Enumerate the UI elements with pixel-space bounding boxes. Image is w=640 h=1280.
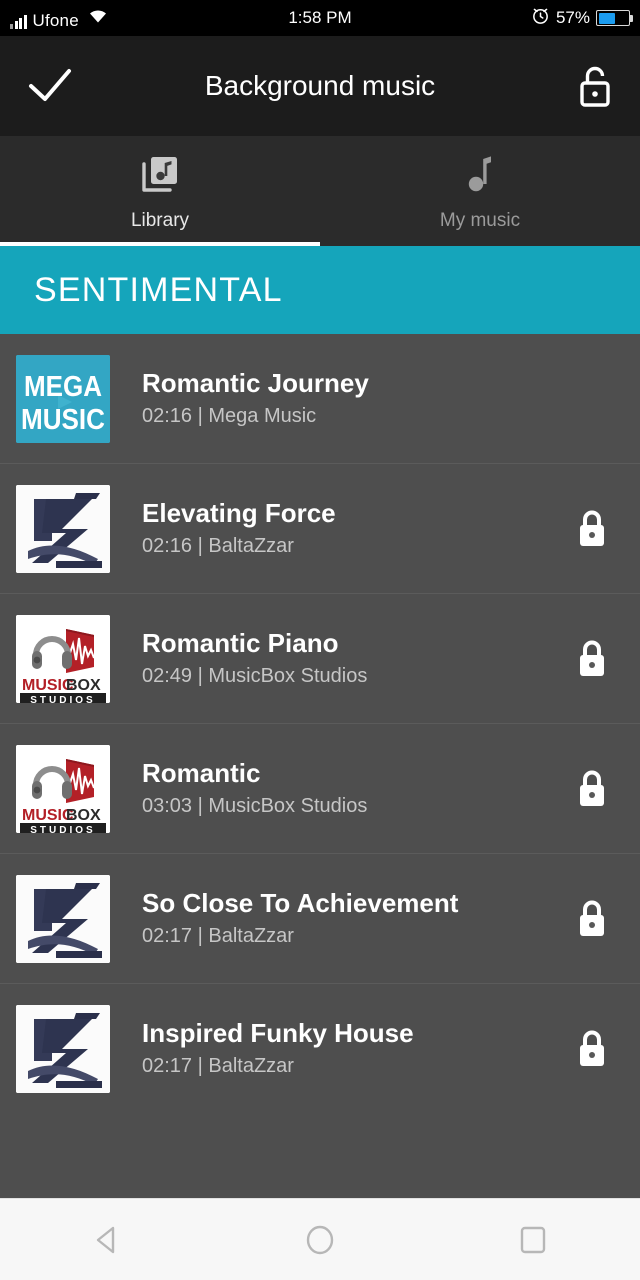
app-bar: Background music <box>0 36 640 136</box>
svg-text:BOX: BOX <box>66 677 101 694</box>
tab-my-music-label: My music <box>440 210 520 232</box>
track-meta: Elevating Force 02:16 | BaltaZzar <box>142 499 544 559</box>
track-lock-button[interactable] <box>544 637 640 681</box>
tab-library-label: Library <box>131 210 189 232</box>
track-thumbnail-baltazzar <box>16 875 110 963</box>
status-bar: Ufone 1:58 PM 57% <box>0 0 640 36</box>
track-title: Elevating Force <box>142 499 544 529</box>
track-meta: Romantic Journey 02:16 | Mega Music <box>142 369 544 429</box>
nav-back-button[interactable] <box>0 1220 213 1260</box>
home-circle-icon <box>300 1220 340 1260</box>
track-row[interactable]: Elevating Force 02:16 | BaltaZzar <box>0 464 640 594</box>
tab-my-music[interactable]: My music <box>320 136 640 246</box>
category-title: SENTIMENTAL <box>34 271 283 310</box>
track-title: So Close To Achievement <box>142 889 544 919</box>
svg-text:MEGA: MEGA <box>24 371 102 403</box>
nav-recents-button[interactable] <box>427 1220 640 1260</box>
track-thumbnail-baltazzar <box>16 1005 110 1093</box>
library-music-icon <box>137 151 183 202</box>
signal-icon <box>10 13 27 29</box>
wifi-icon <box>87 7 109 29</box>
music-note-icon <box>457 151 503 202</box>
track-subtitle: 02:16 | BaltaZzar <box>142 535 544 558</box>
track-subtitle: 02:17 | BaltaZzar <box>142 1055 544 1078</box>
track-list-scroll[interactable]: MEGA MUSIC Romantic Journey 02:16 | Mega… <box>0 334 640 1094</box>
track-subtitle: 02:16 | Mega Music <box>142 405 544 428</box>
tab-active-indicator <box>0 242 320 246</box>
track-title: Romantic Journey <box>142 369 544 399</box>
status-bar-right: 57% <box>531 6 630 30</box>
track-subtitle: 02:17 | BaltaZzar <box>142 925 544 948</box>
track-thumbnail-mega-music: MEGA MUSIC <box>16 355 110 443</box>
system-navigation-bar <box>0 1198 640 1280</box>
unlock-button[interactable] <box>550 62 640 110</box>
track-thumbnail-baltazzar <box>16 485 110 573</box>
status-bar-left: Ufone <box>10 7 109 29</box>
lock-icon <box>572 897 612 941</box>
check-icon <box>28 67 72 105</box>
track-lock-button[interactable] <box>544 507 640 551</box>
track-row[interactable]: MEGA MUSIC Romantic Journey 02:16 | Mega… <box>0 334 640 464</box>
recents-square-icon <box>513 1220 553 1260</box>
track-meta: So Close To Achievement 02:17 | BaltaZza… <box>142 889 544 949</box>
alarm-icon <box>531 6 550 30</box>
track-title: Romantic Piano <box>142 629 544 659</box>
track-subtitle: 03:03 | MusicBox Studios <box>142 795 544 818</box>
track-meta: Romantic 03:03 | MusicBox Studios <box>142 759 544 819</box>
track-subtitle: 02:49 | MusicBox Studios <box>142 665 544 688</box>
track-lock-button[interactable] <box>544 1027 640 1071</box>
back-triangle-icon <box>87 1220 127 1260</box>
track-thumbnail-musicbox-studios: MUSIC BOX STUDIOS <box>16 745 110 833</box>
nav-home-button[interactable] <box>213 1220 426 1260</box>
svg-text:MUSIC: MUSIC <box>21 404 105 436</box>
lock-icon <box>572 1027 612 1071</box>
track-row[interactable]: MUSIC BOX STUDIOS Romantic Piano 02:49 |… <box>0 594 640 724</box>
track-meta: Romantic Piano 02:49 | MusicBox Studios <box>142 629 544 689</box>
category-header: SENTIMENTAL <box>0 246 640 334</box>
tab-bar: Library My music <box>0 136 640 246</box>
track-lock-button[interactable] <box>544 897 640 941</box>
confirm-button[interactable] <box>0 67 100 105</box>
track-row[interactable]: MUSIC BOX STUDIOS Romantic 03:03 | Music… <box>0 724 640 854</box>
track-title: Romantic <box>142 759 544 789</box>
lock-icon <box>572 767 612 811</box>
battery-percent-label: 57% <box>556 8 590 28</box>
lock-icon <box>572 507 612 551</box>
track-list: MEGA MUSIC Romantic Journey 02:16 | Mega… <box>0 334 640 1094</box>
track-meta: Inspired Funky House 02:17 | BaltaZzar <box>142 1019 544 1079</box>
carrier-label: Ufone <box>33 12 79 29</box>
track-thumbnail-musicbox-studios: MUSIC BOX STUDIOS <box>16 615 110 703</box>
svg-text:BOX: BOX <box>66 807 101 824</box>
svg-text:STUDIOS: STUDIOS <box>30 825 95 833</box>
track-row[interactable]: Inspired Funky House 02:17 | BaltaZzar <box>0 984 640 1094</box>
svg-text:STUDIOS: STUDIOS <box>30 695 95 703</box>
track-title: Inspired Funky House <box>142 1019 544 1049</box>
track-lock-button[interactable] <box>544 767 640 811</box>
unlock-icon <box>575 62 615 110</box>
battery-icon <box>596 10 630 26</box>
track-row[interactable]: So Close To Achievement 02:17 | BaltaZza… <box>0 854 640 984</box>
lock-icon <box>572 637 612 681</box>
tab-library[interactable]: Library <box>0 136 320 246</box>
